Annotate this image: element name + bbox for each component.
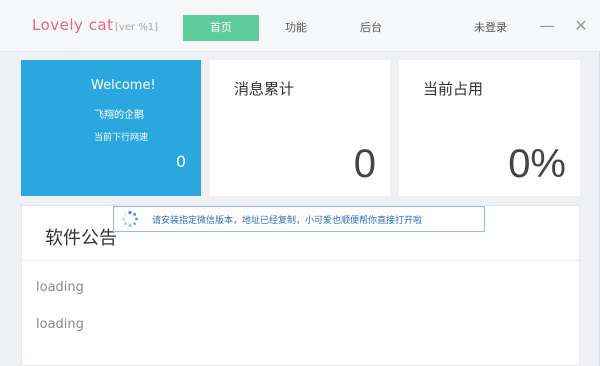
- app-window: Lovely cat [ver %1] 首页 功能 后台 未登录 — ✕ Wel…: [0, 0, 600, 366]
- welcome-card: Welcome! 飞翔的企鹅 当前下行网速 0: [21, 60, 201, 196]
- divider: [22, 260, 579, 261]
- tab-features[interactable]: 功能: [258, 15, 334, 41]
- app-version: [ver %1]: [115, 22, 159, 33]
- tab-home[interactable]: 首页: [183, 15, 259, 41]
- message-count-card: 消息累计 0: [210, 60, 390, 196]
- login-status[interactable]: 未登录: [474, 15, 507, 41]
- minimize-button[interactable]: —: [536, 13, 558, 39]
- usage-card: 当前占用 0%: [399, 60, 580, 196]
- spinner-icon: [122, 210, 138, 227]
- message-count-label: 消息累计: [234, 80, 295, 98]
- app-title: Lovely cat: [32, 16, 114, 34]
- usage-label: 当前占用: [423, 80, 484, 98]
- username-label: 飞翔的企鹅: [94, 110, 144, 121]
- download-speed-value: 0: [175, 152, 186, 171]
- welcome-title: Welcome!: [91, 78, 156, 93]
- close-button[interactable]: ✕: [570, 13, 592, 39]
- message-count-value: 0: [353, 142, 376, 186]
- announcement-line: loading: [36, 317, 84, 332]
- tab-backend[interactable]: 后台: [333, 15, 409, 41]
- title-bar: Lovely cat [ver %1] 首页 功能 后台 未登录 — ✕: [0, 0, 600, 52]
- usage-value: 0%: [508, 142, 566, 186]
- install-toast: 请安装指定微信版本，地址已经复制，小可爱也顺便帮你直接打开啦: [113, 206, 485, 232]
- announcement-line: loading: [36, 280, 84, 295]
- download-speed-label: 当前下行网速: [94, 133, 149, 143]
- announcement-title: 软件公告: [45, 228, 117, 249]
- toast-message: 请安装指定微信版本，地址已经复制，小可爱也顺便帮你直接打开啦: [152, 216, 423, 226]
